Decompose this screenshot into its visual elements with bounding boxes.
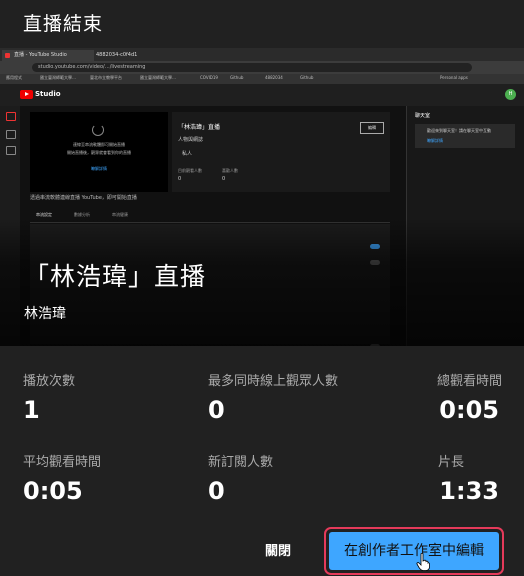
info-category: 人物與網誌 [178,137,204,143]
bookmark: 國立臺灣師範大學… [140,75,176,80]
preview-edit-button: 編輯 [360,122,384,134]
peak-viewers-value: 0 [208,396,225,424]
youtube-logo-icon [20,90,33,99]
bookmark: Github [300,75,314,80]
avatar: H [505,89,516,100]
info-viewers-label: 目前觀看人數 [178,168,202,173]
studio-label: Studio [35,90,61,98]
video-length-label: 片長 [437,455,464,470]
bookmarks-bar: 應用程式 國立臺灣師範大學… 臺北市立教學平台 國立臺灣師範大學… COVID1… [0,74,524,84]
hand-cursor-icon [416,553,430,571]
views-value: 1 [23,396,40,424]
stream-hint: 連線至串流軟體即可開始直播 [73,142,125,147]
edit-in-studio-button[interactable]: 在創作者工作室中編輯 [329,532,499,570]
preview-warning: 透過串流軟體連線直播 YouTube，即可開始直播 [30,195,137,201]
views-label: 播放次數 [23,374,76,389]
chat-learn-more: 瞭解詳情 [427,138,443,143]
bookmark: 臺北市立教學平台 [90,75,122,80]
live-icon [6,112,16,121]
browser-url-bar: studio.youtube.com/video/…/livestreaming [0,61,524,74]
stream-player: 連線至串流軟體即可開始直播 開始直播後，觀眾就會看到你的直播 瞭解詳情 [30,112,168,192]
video-length-value: 1:33 [439,477,499,505]
bookmark: Github [230,75,244,80]
chat-notice: 歡迎來到聊天室！請在聊天室中互動 [427,128,491,133]
info-viewers: 0 [178,176,182,182]
info-likes: 0 [222,176,226,182]
channel-name: 林浩瑋 [24,306,66,322]
stream-hint: 開始直播後，觀眾就會看到你的直播 [67,150,131,155]
stream-title: 「林浩瑋」直播 [24,262,207,291]
avg-watch-time-value: 0:05 [23,477,83,505]
bookmark: 應用程式 [6,75,22,80]
learn-more-link: 瞭解詳情 [91,166,107,171]
browser-tab-other: 4882034-c0f4d1 [96,52,138,58]
new-subscribers-value: 0 [208,477,225,505]
browser-tab-studio: 直播 - YouTube Studio [2,50,94,61]
close-button[interactable]: 關閉 [246,538,310,566]
stream-ended-dialog: 直播結束 直播 - YouTube Studio 4882034-c0f4d1 … [0,0,524,576]
chat-notice-card: 歡迎來到聊天室！請在聊天室中互動 瞭解詳情 [415,124,515,148]
bookmark: Personal apps [440,75,468,80]
stream-info-panel: 「林浩瑋」直播 人物與網誌 私人 目前觀看人數 0 喜歡人數 0 編輯 [172,112,390,192]
studio-header: Studio H [0,84,524,106]
watch-time-value: 0:05 [439,396,499,424]
info-privacy: 私人 [182,151,193,157]
new-subscribers-label: 新訂閱人數 [208,455,274,470]
chat-title: 聊天室 [415,113,431,119]
loading-spinner-icon [92,124,104,136]
info-title: 「林浩瑋」直播 [178,124,221,131]
watch-time-label: 總觀看時間 [436,374,502,389]
bookmark: COVID19 [200,75,218,80]
manage-icon [6,146,16,155]
url-field: studio.youtube.com/video/…/livestreaming [32,63,472,72]
stream-preview-thumbnail: 直播 - YouTube Studio 4882034-c0f4d1 studi… [0,48,524,346]
bookmark: 4882034 [265,75,283,80]
bookmark: 國立臺灣師範大學… [40,75,76,80]
dialog-title: 直播結束 [23,13,104,35]
browser-tab-bar: 直播 - YouTube Studio 4882034-c0f4d1 [0,48,524,61]
camera-icon [6,130,16,139]
avg-watch-time-label: 平均觀看時間 [23,455,102,470]
peak-viewers-label: 最多同時線上觀眾人數 [208,374,339,389]
youtube-favicon-icon [5,53,10,58]
info-likes-label: 喜歡人數 [222,168,238,173]
